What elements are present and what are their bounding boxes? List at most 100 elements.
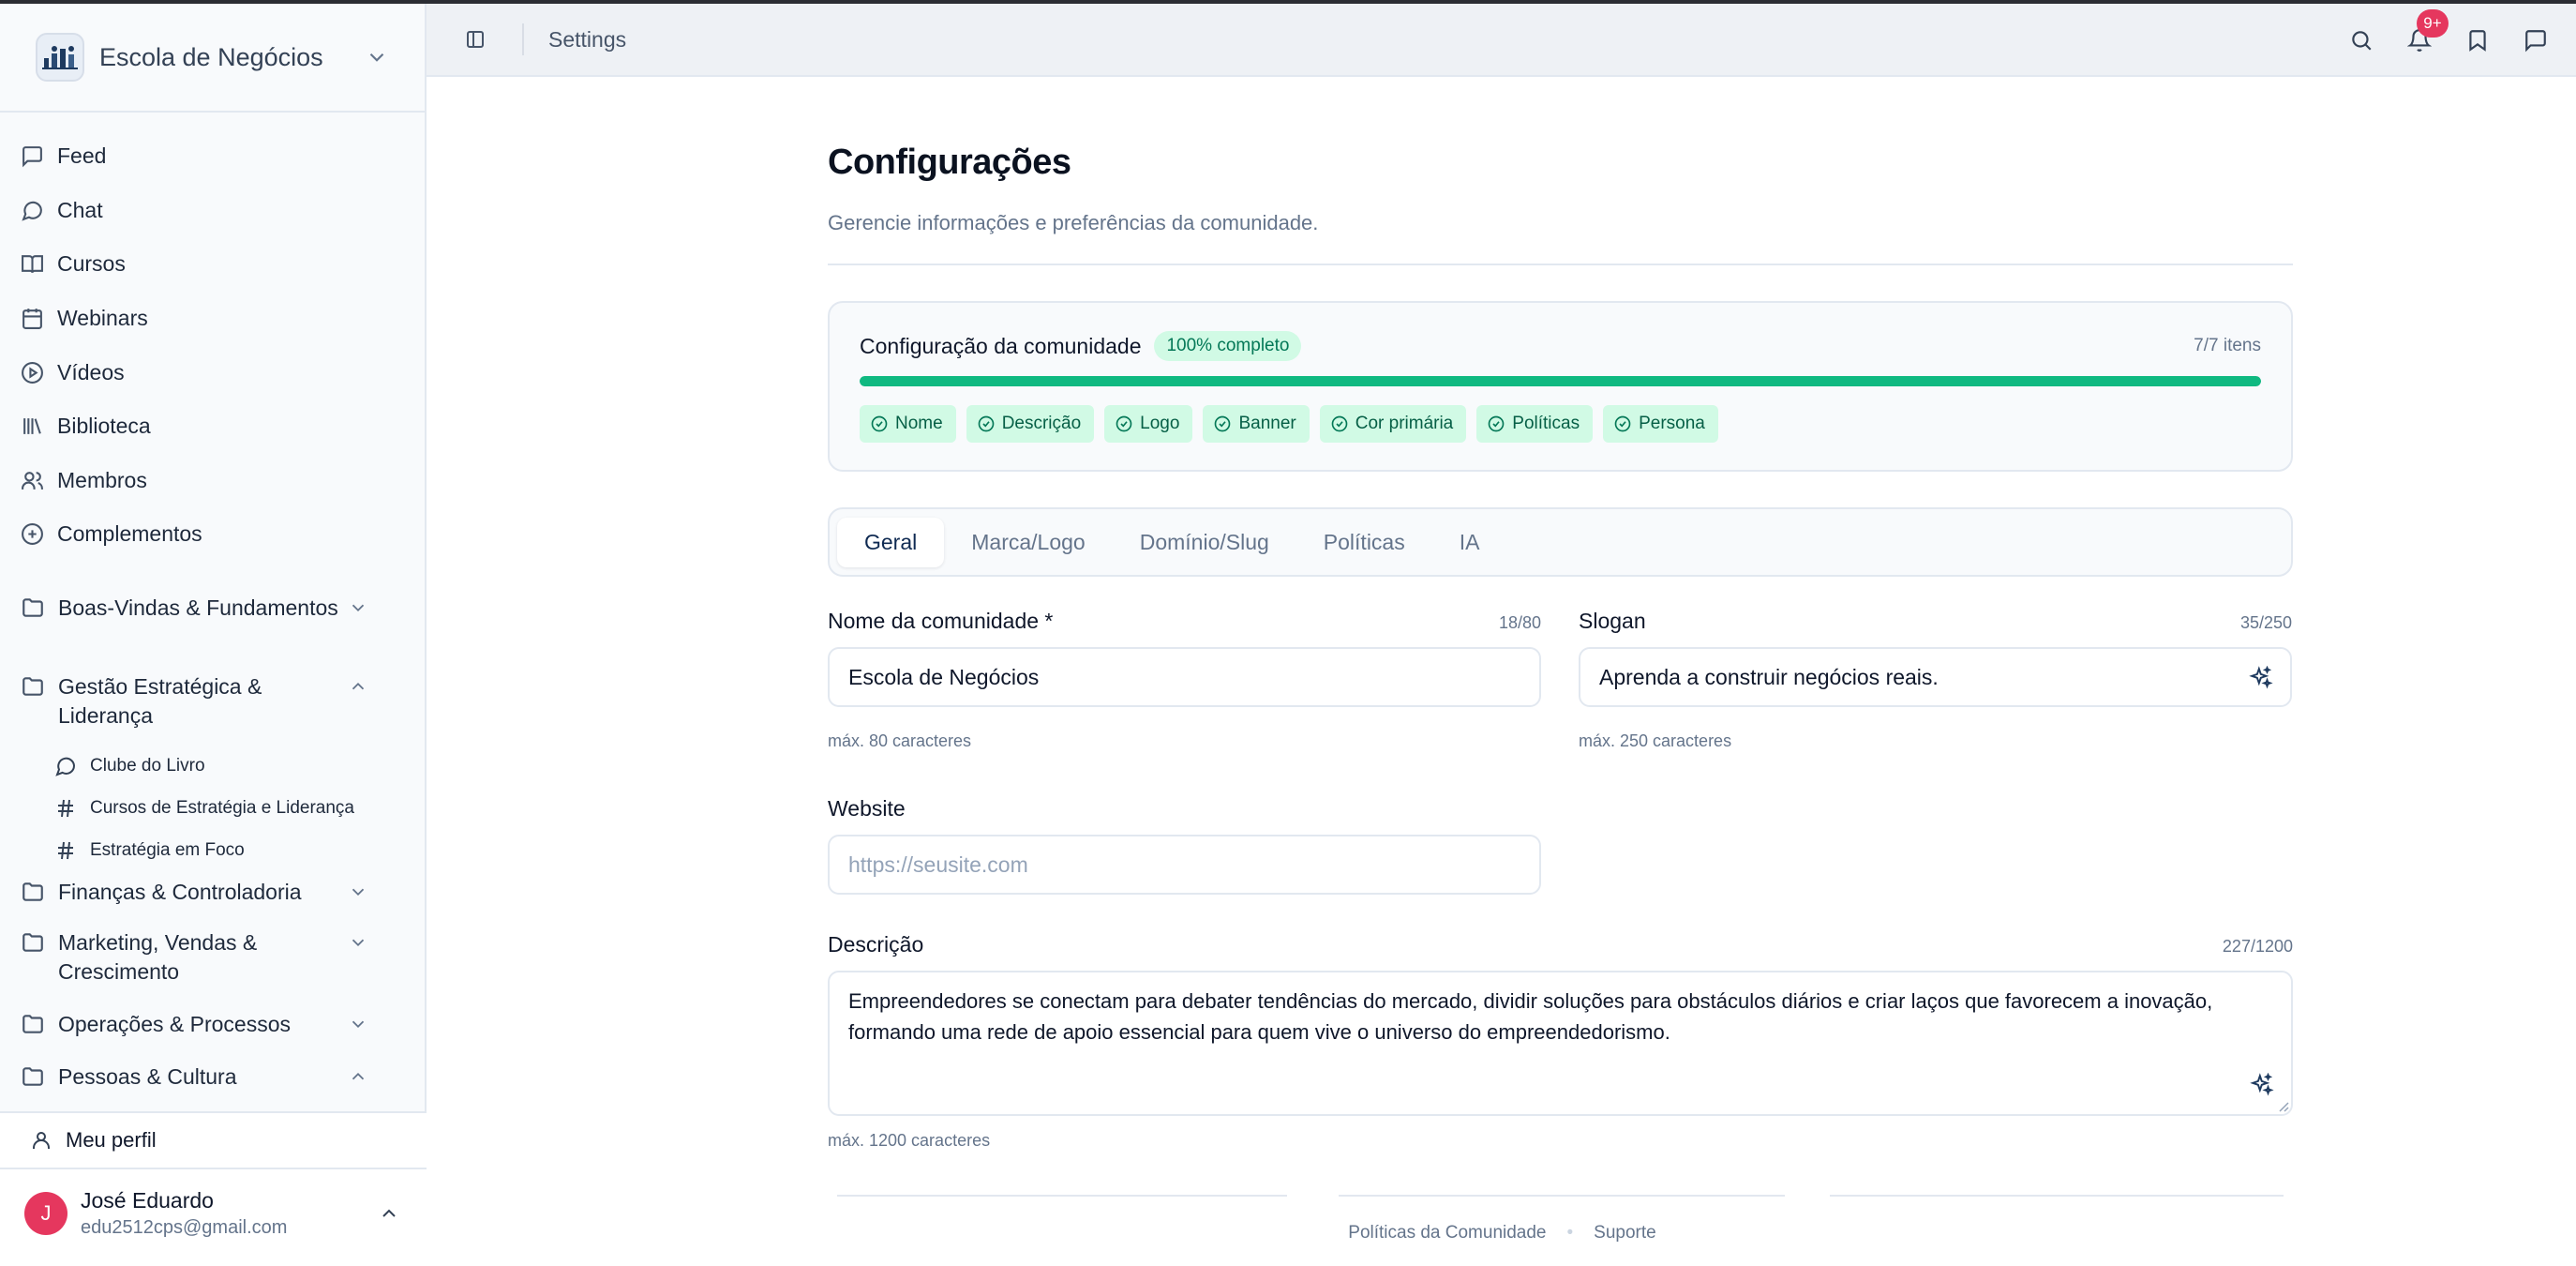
check-circle-icon: [1215, 415, 1231, 432]
nav-item-webinars[interactable]: Webinars: [0, 292, 425, 346]
nav-group-label: Gestão Estratégica & Liderança: [58, 673, 262, 728]
community-name-input[interactable]: Escola de Negócios: [828, 647, 1541, 707]
nav-group-gestao[interactable]: Gestão Estratégica & Liderança: [0, 665, 425, 746]
sparkles-icon[interactable]: [2249, 666, 2273, 690]
char-counter: 227/1200: [2222, 937, 2293, 956]
search-icon[interactable]: [2349, 28, 2374, 53]
chevron-down-icon: [352, 888, 365, 896]
nav-group-financas[interactable]: Finanças & Controladoria: [0, 872, 425, 925]
status-badge: 100% completo: [1154, 331, 1302, 361]
website-input[interactable]: https://seusite.com: [828, 835, 1541, 895]
tab-marca-logo[interactable]: Marca/Logo: [944, 518, 1112, 567]
folder-icon: [22, 933, 43, 952]
nav-group-label: Marketing, Vendas & Crescimento: [58, 929, 258, 984]
settings-page: Configurações Gerencie informações e pre…: [828, 143, 2293, 1151]
sidebar: Escola de Negócios Feed Chat Cursos Webi…: [0, 4, 427, 1266]
chip-label: Descrição: [1001, 414, 1082, 433]
description-value: Empreendedores se conectam para debater …: [848, 989, 2213, 1044]
user-menu[interactable]: J José Eduardo edu2512cps@gmail.com: [0, 1169, 427, 1239]
calendar-icon: [22, 309, 42, 330]
checklist-chip: Logo: [1104, 405, 1193, 443]
chevron-down-icon: [352, 939, 365, 946]
channel-label: Estratégia em Foco: [90, 840, 245, 861]
field-hint: máx. 250 caracteres: [1579, 731, 1732, 750]
chevron-up-icon: [382, 1209, 396, 1217]
community-name-field: Nome da comunidade * 18/80 Escola de Neg…: [828, 609, 1541, 751]
chevron-up-icon: [352, 1072, 365, 1080]
nav-item-complementos[interactable]: Complementos: [0, 507, 425, 562]
separator: •: [1566, 1223, 1574, 1243]
nav-item-chat[interactable]: Chat: [0, 184, 425, 238]
message-square-icon: [22, 146, 42, 168]
message-circle-icon: [55, 757, 76, 776]
nav-group-pessoas[interactable]: Pessoas & Cultura: [0, 1059, 425, 1096]
checklist-chip: Persona: [1603, 405, 1718, 443]
website-field: Website https://seusite.com: [828, 796, 1541, 895]
avatar: J: [24, 1192, 67, 1235]
nav-item-videos[interactable]: Vídeos: [0, 345, 425, 399]
tab-politicas[interactable]: Políticas: [1296, 518, 1432, 567]
nav-group-label: Boas-Vindas & Fundamentos: [58, 595, 338, 620]
hash-icon: [58, 842, 73, 860]
footer-link-support[interactable]: Suporte: [1594, 1223, 1656, 1243]
channel-cursos-estrategia[interactable]: Cursos de Estratégia e Liderança: [0, 788, 425, 830]
messages-icon[interactable]: [2524, 28, 2548, 53]
chip-label: Logo: [1140, 414, 1180, 433]
community-logo: [36, 33, 84, 82]
nav-item-biblioteca[interactable]: Biblioteca: [0, 399, 425, 454]
setup-checklist: Nome Descrição Logo Banner Cor primária Polít…: [860, 405, 2261, 443]
folder-icon: [22, 677, 43, 696]
nav-label: Vídeos: [57, 359, 125, 384]
setup-title: Configuração da comunidade: [860, 333, 1142, 358]
notifications-button[interactable]: 9+: [2407, 9, 2449, 53]
divider: [522, 23, 524, 55]
tab-dominio-slug[interactable]: Domínio/Slug: [1113, 518, 1296, 567]
chevron-up-icon: [352, 682, 365, 690]
users-icon: [22, 471, 43, 490]
tab-geral[interactable]: Geral: [837, 517, 945, 567]
description-field: Descrição 227/1200 Empreendedores se con…: [828, 932, 2293, 1151]
community-name: Escola de Negócios: [99, 42, 323, 71]
checklist-chip: Banner: [1203, 405, 1310, 443]
nav-item-membros[interactable]: Membros: [0, 454, 425, 508]
check-circle-icon: [871, 415, 888, 432]
check-circle-icon: [978, 415, 995, 432]
folder-icon: [22, 1015, 43, 1033]
resize-handle-icon[interactable]: [2276, 1099, 2289, 1112]
my-profile-label: Meu perfil: [66, 1128, 157, 1152]
chevron-down-icon: [352, 1020, 365, 1028]
nav-group-label: Finanças & Controladoria: [58, 879, 302, 904]
channel-clube-do-livro[interactable]: Clube do Livro: [0, 746, 425, 788]
field-hint: máx. 80 caracteres: [828, 731, 972, 750]
nav-group-boas-vindas[interactable]: Boas-Vindas & Fundamentos: [0, 582, 425, 665]
checklist-chip: Descrição: [966, 405, 1095, 443]
folder-icon: [22, 598, 43, 617]
nav-item-feed[interactable]: Feed: [0, 129, 425, 184]
channel-estrategia-em-foco[interactable]: Estratégia em Foco: [0, 830, 425, 872]
nav-group-operacoes[interactable]: Operações & Processos: [0, 1006, 425, 1059]
checklist-chip: Cor primária: [1319, 405, 1467, 443]
sparkles-icon[interactable]: [2250, 1073, 2274, 1097]
nav-item-cursos[interactable]: Cursos: [0, 237, 425, 292]
hash-icon: [58, 800, 73, 818]
setup-count: 7/7 itens: [2194, 336, 2261, 355]
nav-group-marketing[interactable]: Marketing, Vendas & Crescimento: [0, 925, 425, 1006]
my-profile-link[interactable]: Meu perfil: [0, 1113, 427, 1169]
check-circle-icon: [1331, 415, 1348, 432]
community-switcher[interactable]: Escola de Negócios: [0, 4, 425, 113]
bookmark-icon[interactable]: [2465, 28, 2490, 53]
slogan-input[interactable]: Aprenda a construir negócios reais.: [1579, 647, 2292, 707]
nav-label: Cursos: [57, 251, 126, 277]
nav-label: Feed: [57, 143, 107, 169]
chip-label: Políticas: [1512, 414, 1580, 433]
progress-bar: [860, 376, 2261, 386]
tab-ia[interactable]: IA: [1432, 518, 1507, 567]
char-counter: 18/80: [1498, 613, 1541, 632]
footer-link-policies[interactable]: Políticas da Comunidade: [1348, 1223, 1546, 1243]
nav-label: Webinars: [57, 306, 148, 331]
checklist-chip: Nome: [860, 405, 956, 443]
check-circle-icon: [1488, 415, 1505, 432]
description-textarea[interactable]: Empreendedores se conectam para debater …: [828, 971, 2293, 1116]
sidebar-toggle-icon[interactable]: [464, 28, 487, 51]
chip-label: Banner: [1238, 414, 1296, 433]
